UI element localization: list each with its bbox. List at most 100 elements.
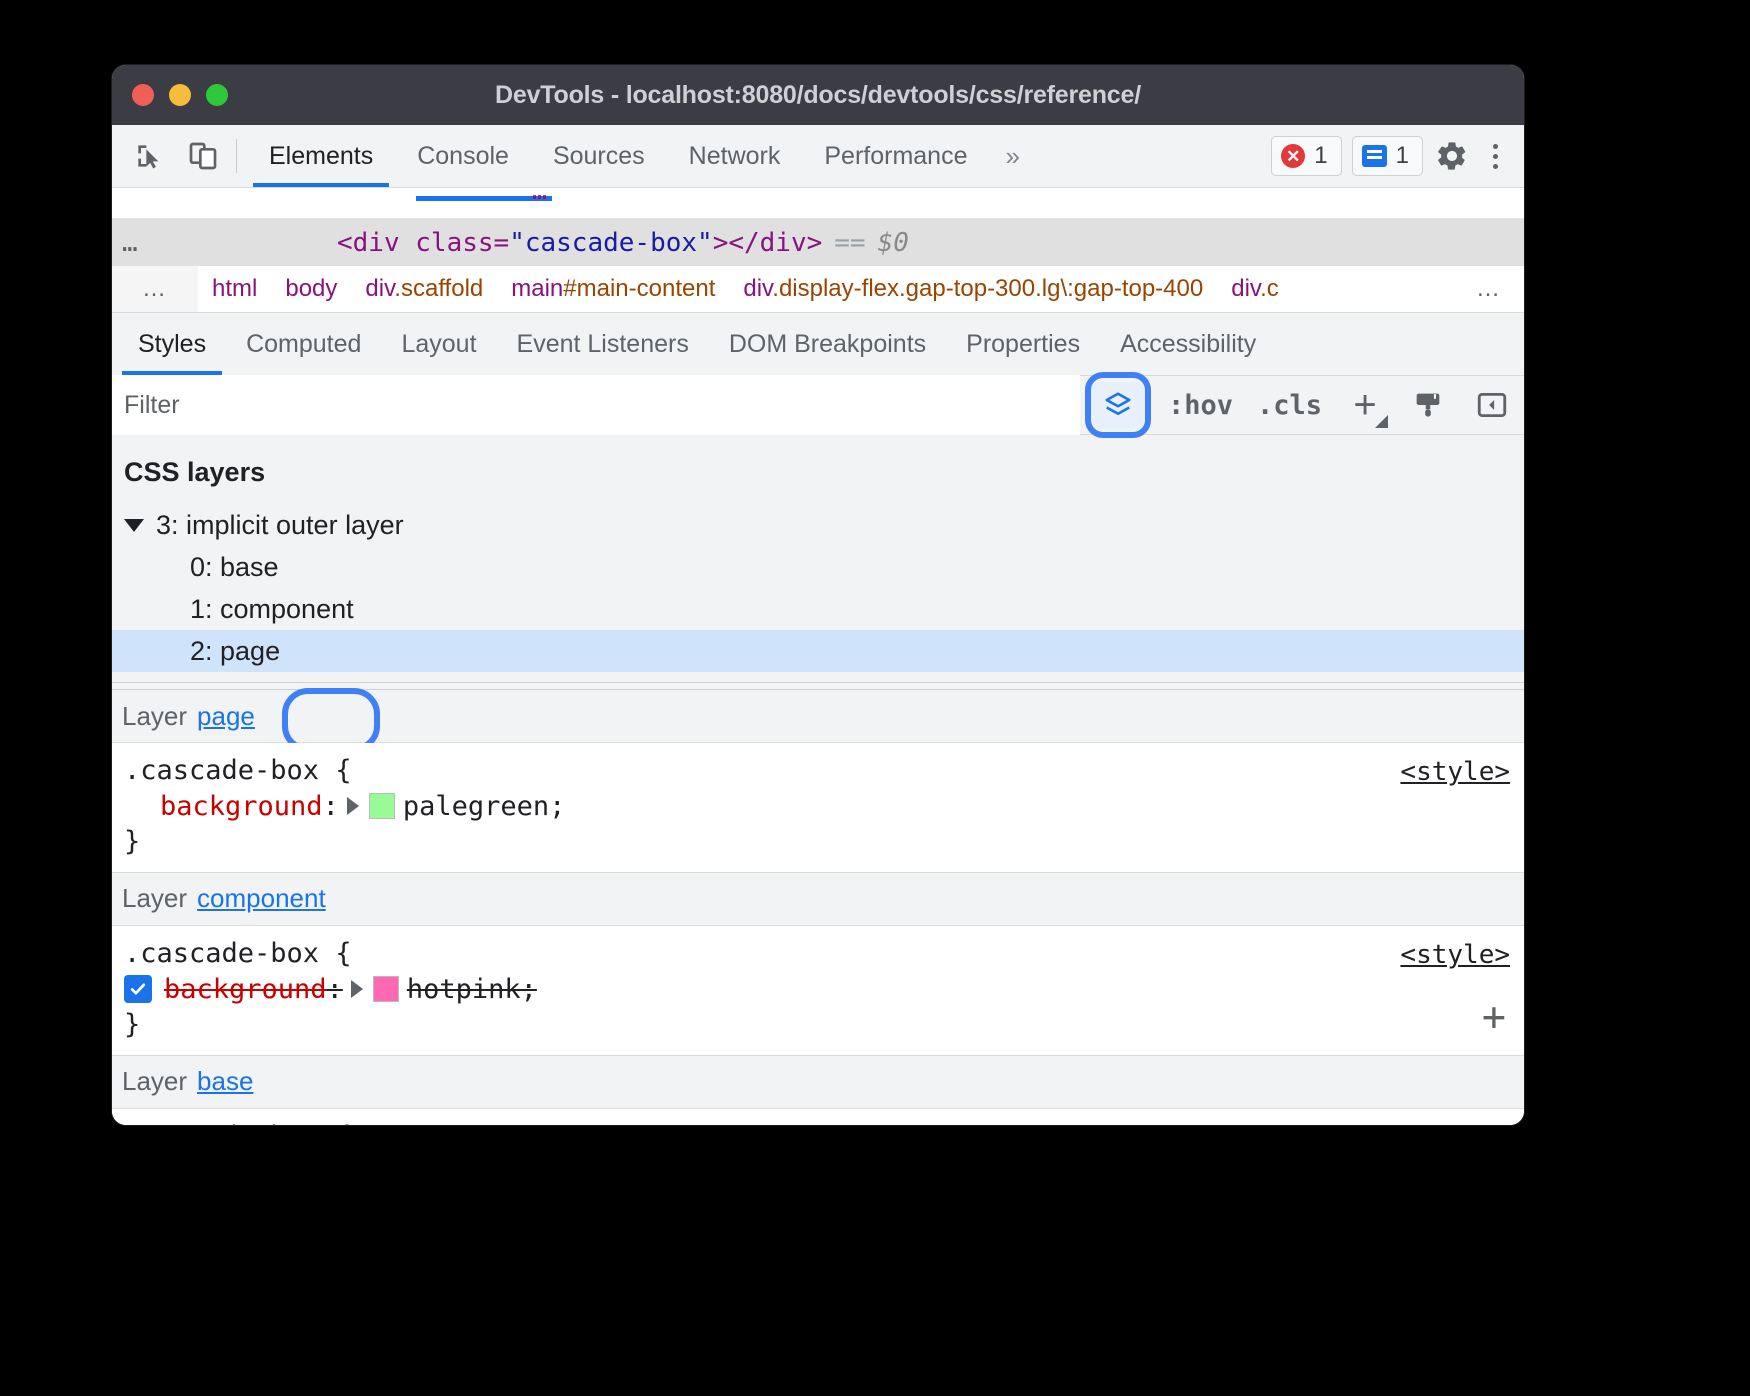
style-rule-component-selector[interactable]: .cascade-box {	[112, 936, 1524, 972]
style-rule-page-value[interactable]: palegreen;	[403, 789, 566, 825]
css-layers-toggle-button[interactable]	[1091, 382, 1145, 428]
window-titlebar: DevTools - localhost:8080/docs/devtools/…	[112, 65, 1524, 125]
breadcrumb-item-div-cascade-tag: div	[1231, 275, 1260, 302]
style-rule-page-closing: }	[112, 824, 1524, 860]
styles-pane-content: CSS layers 3: implicit outer layer 0: ba…	[112, 435, 1524, 1125]
tab-properties[interactable]: Properties	[946, 313, 1100, 375]
layer-tree-row-base[interactable]: 0: base	[112, 546, 1524, 588]
dom-partial-text: …	[532, 188, 547, 205]
tab-styles[interactable]: Styles	[118, 313, 226, 375]
error-count-badge[interactable]: ✕ 1	[1271, 136, 1341, 176]
dom-node-open-tag: <div class=	[337, 228, 509, 258]
breadcrumb-item-html[interactable]: html	[198, 275, 271, 303]
hov-button[interactable]: :hov	[1156, 390, 1245, 421]
breadcrumb-item-div-cascade-class: .c	[1260, 275, 1279, 302]
device-toolbar-icon[interactable]	[182, 135, 224, 177]
layer-header-component-link[interactable]: component	[197, 883, 326, 914]
layers-rules-separator	[112, 682, 1524, 690]
layer-tree-row-page-label: 2: page	[190, 636, 280, 667]
tab-network-label: Network	[689, 142, 781, 171]
element-style-brush-button[interactable]	[1396, 376, 1460, 434]
dom-node-close-tag: ></div>	[713, 228, 823, 258]
screen-root: DevTools - localhost:8080/docs/devtools/…	[0, 0, 1750, 1396]
tab-performance[interactable]: Performance	[802, 125, 989, 187]
chevron-down-icon[interactable]	[124, 519, 144, 532]
kebab-menu-icon[interactable]	[1479, 144, 1512, 169]
message-count-badge[interactable]: 1	[1352, 136, 1423, 176]
breadcrumb-item-div-cascade[interactable]: div.c	[1217, 275, 1293, 303]
style-rule-base: <style> .cascade-box { background: rebec…	[112, 1109, 1524, 1125]
layer-tree-row-implicit-outer-label: 3: implicit outer layer	[156, 510, 404, 541]
style-rule-page-property[interactable]: background	[160, 789, 323, 825]
expand-shorthand-icon[interactable]	[347, 797, 359, 815]
dom-node-ellipsis[interactable]: …	[112, 228, 337, 258]
breadcrumb: … html body div.scaffold main#main-conte…	[112, 266, 1524, 313]
dom-node-eq: ==	[822, 228, 877, 258]
add-declaration-plus-icon[interactable]: +	[1482, 997, 1506, 1037]
tab-dom-breakpoints-label: DOM Breakpoints	[729, 330, 926, 359]
breadcrumb-overflow-left[interactable]: …	[112, 266, 198, 312]
style-rule-page-declaration[interactable]: background: palegreen;	[112, 789, 1524, 825]
message-icon	[1362, 145, 1387, 167]
dom-tree-partial-row: …	[112, 188, 1524, 219]
style-rule-page-source[interactable]: <style>	[1400, 755, 1510, 789]
breadcrumb-item-main-content[interactable]: main#main-content	[497, 275, 729, 303]
layer-tree-row-page[interactable]: 2: page	[112, 630, 1524, 672]
breadcrumb-item-body-label: body	[285, 275, 337, 302]
tab-computed[interactable]: Computed	[226, 313, 381, 375]
layer-tree-row-component[interactable]: 1: component	[112, 588, 1524, 630]
style-rule-component-source[interactable]: <style>	[1400, 938, 1510, 972]
layer-tree-row-implicit-outer[interactable]: 3: implicit outer layer	[112, 504, 1524, 546]
tab-properties-label: Properties	[966, 330, 1080, 359]
css-layers-tree: 3: implicit outer layer 0: base 1: compo…	[112, 504, 1524, 682]
cls-button[interactable]: .cls	[1245, 390, 1334, 421]
tab-event-listeners[interactable]: Event Listeners	[497, 313, 709, 375]
expand-shorthand-icon[interactable]	[351, 980, 363, 998]
more-tabs-icon[interactable]: »	[989, 125, 1035, 187]
new-style-rule-button[interactable]: +	[1334, 376, 1396, 434]
declaration-enabled-checkbox[interactable]	[124, 975, 152, 1003]
toggle-sidebar-button[interactable]	[1460, 376, 1524, 434]
breadcrumb-overflow-right[interactable]: …	[1454, 266, 1524, 312]
dropdown-triangle-icon	[1375, 415, 1388, 428]
color-swatch-palegreen[interactable]	[369, 793, 395, 819]
gear-icon[interactable]	[1431, 135, 1473, 177]
toolbar-divider	[236, 139, 237, 173]
plus-icon: +	[1353, 385, 1376, 425]
breadcrumb-item-div-flex[interactable]: div.display-flex.gap-top-300.lg\:gap-top…	[729, 275, 1217, 303]
tab-console[interactable]: Console	[395, 125, 531, 187]
style-rule-component-value[interactable]: hotpink;	[407, 972, 537, 1008]
breadcrumb-item-body[interactable]: body	[271, 275, 351, 303]
layer-header-page-link[interactable]: page	[197, 701, 255, 732]
error-icon: ✕	[1281, 144, 1305, 168]
tab-network[interactable]: Network	[667, 125, 803, 187]
tab-sources[interactable]: Sources	[531, 125, 667, 187]
breadcrumb-item-div-flex-tag: div	[743, 275, 772, 302]
style-rule-page: <style> .cascade-box { background: paleg…	[112, 743, 1524, 873]
style-rule-component-declaration[interactable]: background: hotpink;	[112, 972, 1524, 1008]
search-input[interactable]	[112, 375, 1080, 435]
tab-performance-label: Performance	[824, 142, 967, 171]
layer-header-base-prefix: Layer	[122, 1066, 187, 1097]
tab-layout-label: Layout	[401, 330, 476, 359]
tab-dom-breakpoints[interactable]: DOM Breakpoints	[709, 313, 946, 375]
devtools-window: DevTools - localhost:8080/docs/devtools/…	[112, 65, 1524, 1125]
issue-badges: ✕ 1 1	[1271, 125, 1431, 187]
style-rule-component-property[interactable]: background	[164, 972, 327, 1008]
tab-sources-label: Sources	[553, 142, 645, 171]
selected-dom-node-row[interactable]: … <div class="cascade-box"></div> == $0	[112, 219, 1524, 266]
tab-accessibility[interactable]: Accessibility	[1100, 313, 1276, 375]
css-layers-icon	[1103, 390, 1133, 420]
inspect-cursor-icon[interactable]	[128, 135, 170, 177]
tab-elements[interactable]: Elements	[247, 125, 395, 187]
color-swatch-hotpink[interactable]	[373, 976, 399, 1002]
dom-node-dollar-ref: $0	[878, 228, 909, 258]
tab-layout[interactable]: Layout	[381, 313, 496, 375]
style-rule-base-source[interactable]: <style>	[1400, 1121, 1510, 1125]
style-rule-page-selector[interactable]: .cascade-box {	[112, 753, 1524, 789]
style-rule-base-selector[interactable]: .cascade-box {	[112, 1119, 1524, 1125]
layer-header-base-link[interactable]: base	[197, 1066, 253, 1097]
layer-tree-row-base-label: 0: base	[190, 552, 279, 583]
breadcrumb-item-div-scaffold[interactable]: div.scaffold	[351, 275, 497, 303]
devtools-toolbar: Elements Console Sources Network Perform…	[112, 125, 1524, 188]
